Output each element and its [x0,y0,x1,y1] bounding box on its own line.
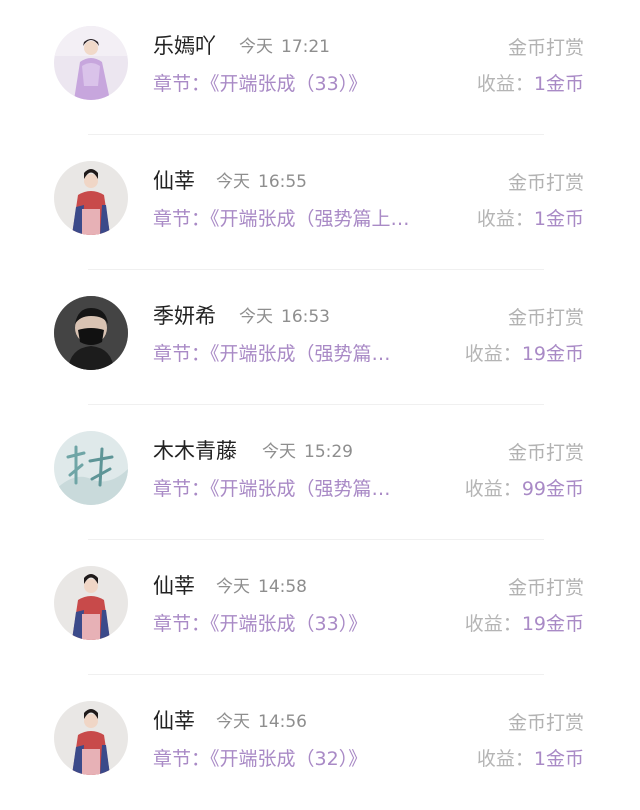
action-label: 金币打赏 [507,712,584,734]
timestamp: 今天 14:58 [216,572,307,597]
timestamp-time: 15:29 [304,442,353,462]
income: 收益：19金币 [465,339,584,366]
income-label: 收益： [476,208,534,230]
chapter-link[interactable]: 章节：《开端张成（强势篇… [153,474,391,501]
timestamp-day: 今天 [262,442,296,462]
user-name[interactable]: 季妍希 [153,300,216,330]
user-name[interactable]: 仙莘 [153,705,195,735]
chapter-prefix: 章节： [153,208,211,230]
timestamp-day: 今天 [216,172,250,192]
income: 收益：1金币 [477,744,584,771]
avatar[interactable] [54,701,128,775]
chapter-link[interactable]: 章节：《开端张成（强势篇上… [153,204,410,231]
action-label: 金币打赏 [507,172,584,194]
timestamp: 今天 17:21 [239,32,330,57]
user-name[interactable]: 乐嫣吖 [153,30,216,60]
timestamp: 今天 14:56 [216,707,307,732]
avatar-masked-man-icon [54,296,128,370]
list-item[interactable]: 仙莘 今天 14:58 金币打赏 章节：《开端张成（33）》 收益：19金币 [0,540,640,675]
timestamp-day: 今天 [216,577,250,597]
list-item[interactable]: 仙莘 今天 16:55 金币打赏 章节：《开端张成（强势篇上… 收益：1金币 [0,135,640,270]
timestamp-time: 16:53 [281,307,330,327]
list-item[interactable]: 仙莘 今天 14:56 金币打赏 章节：《开端张成（32）》 收益：1金币 [0,675,640,810]
user-name[interactable]: 仙莘 [153,570,195,600]
avatar-red-hanfu-icon [54,566,128,640]
action-label: 金币打赏 [507,37,584,59]
avatar[interactable] [54,431,128,505]
action-label: 金币打赏 [507,577,584,599]
income: 收益：1金币 [477,204,584,231]
chapter-prefix: 章节： [153,613,211,635]
user-name[interactable]: 木木青藤 [153,435,237,465]
reward-list: 乐嫣吖 今天 17:21 金币打赏 章节：《开端张成（33）》 收益：1金币 仙莘… [0,0,640,810]
avatar[interactable] [54,161,128,235]
chapter-link[interactable]: 章节：《开端张成（32）》 [153,744,367,771]
list-item[interactable]: 乐嫣吖 今天 17:21 金币打赏 章节：《开端张成（33）》 收益：1金币 [0,0,640,135]
income-value: 19金币 [521,343,584,365]
income-label: 收益： [476,73,534,95]
income-label: 收益： [464,343,522,365]
income-label: 收益： [464,478,522,500]
income-value: 1金币 [533,208,584,230]
list-item[interactable]: 季妍希 今天 16:53 金币打赏 章节：《开端张成（强势篇… 收益：19金币 [0,270,640,405]
action-label: 金币打赏 [507,307,584,329]
chapter-prefix: 章节： [153,748,211,770]
chapter-prefix: 章节： [153,73,211,95]
timestamp: 今天 15:29 [262,437,353,462]
chapter-title: 《开端张成（强势篇上… [210,208,410,230]
timestamp-time: 17:21 [281,37,330,57]
timestamp: 今天 16:55 [216,167,307,192]
income-label: 收益： [476,748,534,770]
chapter-link[interactable]: 章节：《开端张成（33）》 [153,69,367,96]
avatar-pink-hanfu-icon [54,26,128,100]
chapter-title: 《开端张成（33）》 [210,73,368,95]
income-value: 99金币 [521,478,584,500]
action-label: 金币打赏 [507,442,584,464]
timestamp-day: 今天 [239,37,273,57]
income: 收益：1金币 [477,69,584,96]
chapter-link[interactable]: 章节：《开端张成（强势篇… [153,339,391,366]
timestamp-time: 16:55 [258,172,307,192]
income: 收益：99金币 [465,474,584,501]
income-value: 1金币 [533,73,584,95]
chapter-link[interactable]: 章节：《开端张成（33）》 [153,609,367,636]
timestamp-day: 今天 [216,712,250,732]
avatar[interactable] [54,296,128,370]
timestamp: 今天 16:53 [239,302,330,327]
chapter-prefix: 章节： [153,478,211,500]
avatar-vine-art-icon [54,431,128,505]
list-item[interactable]: 木木青藤 今天 15:29 金币打赏 章节：《开端张成（强势篇… 收益：99金币 [0,405,640,540]
chapter-prefix: 章节： [153,343,211,365]
chapter-title: 《开端张成（强势篇… [210,343,391,365]
income-value: 19金币 [521,613,584,635]
avatar-red-hanfu-icon [54,161,128,235]
avatar-red-hanfu-icon [54,701,128,775]
timestamp-day: 今天 [239,307,273,327]
chapter-title: 《开端张成（33）》 [210,613,368,635]
user-name[interactable]: 仙莘 [153,165,195,195]
income-label: 收益： [464,613,522,635]
avatar[interactable] [54,26,128,100]
timestamp-time: 14:58 [258,577,307,597]
timestamp-time: 14:56 [258,712,307,732]
avatar[interactable] [54,566,128,640]
chapter-title: 《开端张成（32）》 [210,748,368,770]
chapter-title: 《开端张成（强势篇… [210,478,391,500]
income-value: 1金币 [533,748,584,770]
income: 收益：19金币 [465,609,584,636]
